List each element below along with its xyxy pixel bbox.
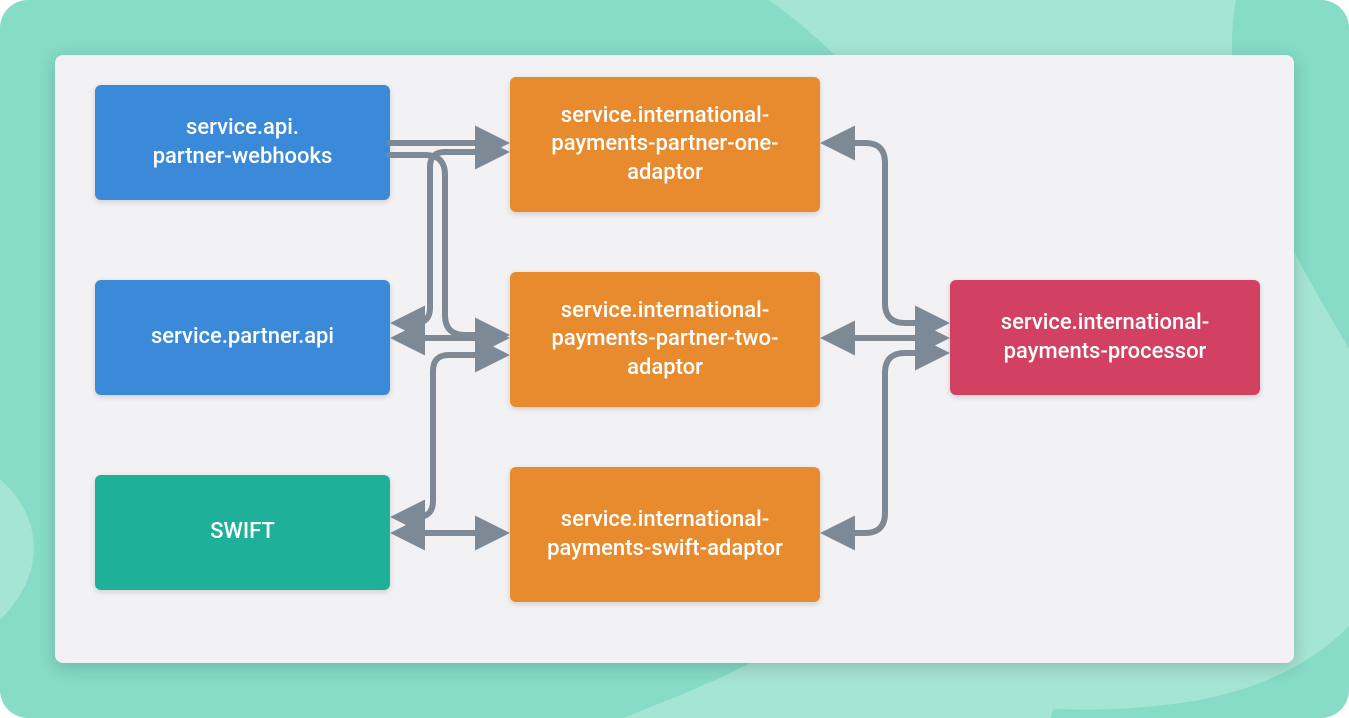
- node-partner-webhooks: service.api.partner-webhooks: [95, 85, 390, 200]
- node-processor: service.international-payments-processor: [950, 280, 1260, 395]
- diagram-canvas: service.api.partner-webhooks service.par…: [0, 0, 1349, 718]
- node-partner-api: service.partner.api: [95, 280, 390, 395]
- node-adaptor-one: service.international-payments-partner-o…: [510, 77, 820, 212]
- arrow-webhooks-to-adaptor2: [390, 155, 503, 335]
- node-adaptor-two: service.international-payments-partner-t…: [510, 272, 820, 407]
- arrow-adaptor1-processor: [827, 143, 943, 323]
- arrow-adaptor3-processor: [827, 353, 943, 533]
- node-adaptor-swift: service.international-payments-swift-ada…: [510, 467, 820, 602]
- diagram-panel: service.api.partner-webhooks service.par…: [55, 55, 1294, 663]
- node-swift: SWIFT: [95, 475, 390, 590]
- arrow-partner-adaptor1: [397, 152, 503, 323]
- arrow-swift-adaptor2: [397, 355, 503, 517]
